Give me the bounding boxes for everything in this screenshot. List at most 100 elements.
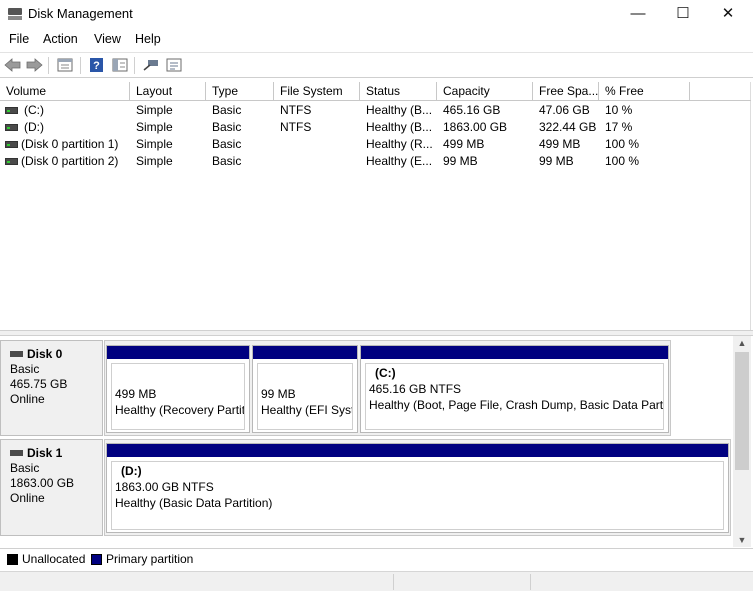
volume-list: Volume Layout Type File System Status Ca… [0, 82, 751, 330]
volume-percent-free: 17 % [605, 120, 633, 134]
partition-size: 499 MB [115, 387, 157, 401]
help-icon[interactable]: ? [88, 57, 106, 73]
disk-type: Basic [10, 461, 40, 475]
col-volume[interactable]: Volume [0, 82, 130, 101]
volume-row[interactable]: (C:) Simple Basic NTFS Healthy (B... 465… [0, 102, 751, 119]
disk-0-label[interactable]: Disk 0 Basic 465.75 GB Online [0, 340, 103, 436]
col-layout[interactable]: Layout [130, 82, 206, 101]
menu-action[interactable]: Action [43, 32, 78, 46]
disk-state: Online [10, 392, 45, 406]
volume-file-system: NTFS [280, 120, 312, 134]
volume-row[interactable]: (Disk 0 partition 1) Simple Basic Health… [0, 136, 751, 153]
view-icon[interactable] [165, 57, 183, 73]
volume-name: (D:) [24, 120, 44, 134]
partition-efi[interactable]: 99 MB Healthy (EFI Syste [252, 345, 358, 433]
menu-bar: File Action View Help [0, 30, 753, 50]
forward-icon[interactable] [25, 57, 43, 73]
col-type[interactable]: Type [206, 82, 274, 101]
volume-layout: Simple [136, 154, 173, 168]
unallocated-swatch [7, 554, 18, 565]
close-button[interactable]: ✕ [705, 0, 751, 28]
volume-type: Basic [212, 120, 242, 134]
disk-1-label[interactable]: Disk 1 Basic 1863.00 GB Online [0, 439, 103, 536]
minimize-button[interactable]: — [615, 0, 661, 28]
partition-status: Healthy (EFI Syste [261, 403, 353, 417]
volume-type: Basic [212, 103, 242, 117]
disk-name: Disk 1 [27, 446, 63, 460]
disk-state: Online [10, 491, 45, 505]
col-file-system[interactable]: File System [274, 82, 360, 101]
volume-name: (Disk 0 partition 2) [21, 154, 119, 168]
scroll-up-button[interactable]: ▲ [733, 336, 751, 350]
partition-title: (D:) [121, 464, 142, 478]
scroll-down-button[interactable]: ▼ [733, 533, 751, 547]
volume-percent-free: 100 % [605, 137, 640, 151]
col-capacity[interactable]: Capacity [437, 82, 533, 101]
disk-map-scrollbar[interactable]: ▲ ▼ [733, 336, 751, 547]
col-free-space[interactable]: Free Spa... [533, 82, 599, 101]
volume-status: Healthy (B... [366, 120, 433, 134]
volume-free-space: 47.06 GB [539, 103, 590, 117]
volume-free-space: 99 MB [539, 154, 574, 168]
volume-capacity: 465.16 GB [443, 103, 501, 117]
partition-status: Healthy (Basic Data Partition) [115, 496, 273, 510]
volume-type: Basic [212, 154, 242, 168]
volume-file-system [280, 136, 358, 153]
volume-capacity: 99 MB [443, 154, 478, 168]
scroll-thumb[interactable] [735, 352, 749, 470]
volume-layout: Simple [136, 120, 173, 134]
disk-size: 465.75 GB [10, 377, 68, 391]
partition-c[interactable]: (C:) 465.16 GB NTFS Healthy (Boot, Page … [360, 345, 669, 433]
partition-title: (C:) [375, 366, 396, 380]
col-percent-free[interactable]: % Free [599, 82, 690, 101]
disk-0-partitions: 499 MB Healthy (Recovery Partiti 99 MB H… [104, 340, 671, 436]
volume-status: Healthy (E... [366, 154, 433, 168]
legend-primary-partition: Primary partition [106, 552, 194, 566]
menu-view[interactable]: View [94, 32, 121, 46]
toolbar: ? [0, 52, 753, 78]
disk-icon [10, 450, 23, 456]
disk-management-app-icon [8, 8, 22, 20]
partition-size: 465.16 GB NTFS [369, 382, 462, 396]
partition-size: 1863.00 GB NTFS [115, 480, 214, 494]
maximize-button[interactable]: ☐ [660, 0, 706, 28]
partition-status: Healthy (Recovery Partiti [115, 403, 245, 417]
volume-status: Healthy (R... [366, 137, 433, 151]
partition-size: 99 MB [261, 387, 296, 401]
volume-list-header: Volume Layout Type File System Status Ca… [0, 82, 751, 101]
partition-d[interactable]: (D:) 1863.00 GB NTFS Healthy (Basic Data… [106, 443, 729, 533]
volume-capacity: 499 MB [443, 137, 485, 151]
volume-capacity: 1863.00 GB [443, 120, 508, 134]
col-status[interactable]: Status [360, 82, 437, 101]
volume-percent-free: 10 % [605, 103, 633, 117]
volume-row[interactable]: (D:) Simple Basic NTFS Healthy (B... 186… [0, 119, 751, 136]
back-icon[interactable] [4, 57, 22, 73]
legend: Unallocated Primary partition [0, 548, 753, 570]
volume-type: Basic [212, 137, 242, 151]
volume-file-system [280, 153, 358, 170]
volume-percent-free: 100 % [605, 154, 640, 168]
volume-name: (Disk 0 partition 1) [21, 137, 119, 151]
legend-unallocated: Unallocated [22, 552, 86, 566]
volume-row[interactable]: (Disk 0 partition 2) Simple Basic Health… [0, 153, 751, 170]
disk-icon [10, 351, 23, 357]
partition-recovery[interactable]: 499 MB Healthy (Recovery Partiti [106, 345, 250, 433]
properties-icon[interactable] [56, 57, 74, 73]
svg-text:?: ? [93, 60, 100, 72]
disk-size: 1863.00 GB [10, 476, 75, 490]
disk-1-partitions: (D:) 1863.00 GB NTFS Healthy (Basic Data… [104, 439, 731, 536]
disk-type: Basic [10, 362, 40, 376]
connect-icon[interactable] [142, 57, 160, 73]
menu-help[interactable]: Help [135, 32, 161, 46]
disk-map: Disk 0 Basic 465.75 GB Online 499 MB Hea… [0, 336, 733, 546]
volume-name: (C:) [24, 103, 44, 117]
drive-icon [5, 107, 18, 114]
window-title: Disk Management [28, 6, 133, 21]
volume-free-space: 322.44 GB [539, 120, 597, 134]
status-bar [0, 571, 753, 591]
partition-status: Healthy (Boot, Page File, Crash Dump, Ba… [369, 398, 664, 412]
menu-file[interactable]: File [9, 32, 29, 46]
volume-free-space: 499 MB [539, 137, 581, 151]
show-hide-icon[interactable] [111, 57, 129, 73]
drive-icon [5, 158, 18, 165]
